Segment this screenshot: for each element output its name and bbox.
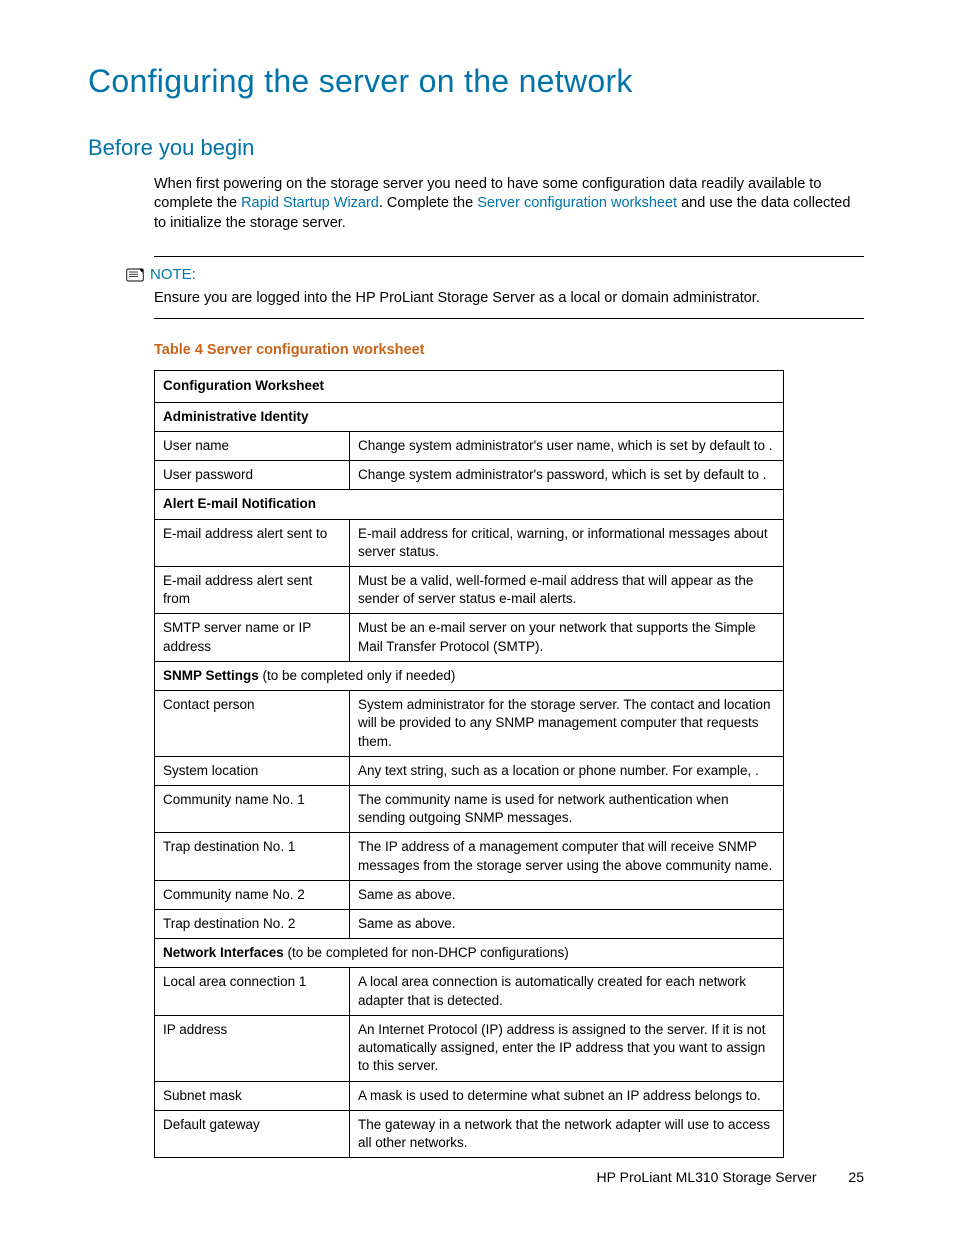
cell-label: User name bbox=[155, 431, 350, 460]
divider bbox=[154, 318, 864, 319]
table-row: SMTP server name or IP addressMust be an… bbox=[155, 614, 784, 661]
section-paren: (to be completed only if needed) bbox=[259, 668, 456, 683]
table-row: User passwordChange system administrator… bbox=[155, 461, 784, 490]
cell-desc: Change system administrator's password, … bbox=[350, 461, 784, 490]
page-heading: Configuring the server on the network bbox=[88, 60, 864, 103]
page-number: 25 bbox=[848, 1169, 864, 1185]
note-label: NOTE: bbox=[150, 265, 196, 285]
cell-label: E-mail address alert sent from bbox=[155, 566, 350, 613]
config-worksheet-table: Configuration Worksheet Administrative I… bbox=[154, 370, 784, 1158]
cell-desc: The community name is used for network a… bbox=[350, 785, 784, 832]
table-row: Community name No. 2Same as above. bbox=[155, 880, 784, 909]
intro-text: . Complete the bbox=[379, 195, 477, 211]
section-title: SNMP Settings bbox=[163, 668, 259, 683]
cell-label: Trap destination No. 1 bbox=[155, 833, 350, 880]
divider bbox=[154, 256, 864, 257]
cell-desc: Must be a valid, well-formed e-mail addr… bbox=[350, 566, 784, 613]
table-row: User nameChange system administrator's u… bbox=[155, 431, 784, 460]
cell-desc: A local area connection is automatically… bbox=[350, 968, 784, 1015]
cell-label: System location bbox=[155, 756, 350, 785]
cell-desc: Same as above. bbox=[350, 880, 784, 909]
cell-desc: A mask is used to determine what subnet … bbox=[350, 1081, 784, 1110]
table-section: SNMP Settings (to be completed only if n… bbox=[155, 661, 784, 690]
cell-label: Default gateway bbox=[155, 1110, 350, 1157]
cell-label: SMTP server name or IP address bbox=[155, 614, 350, 661]
table-row: Local area connection 1A local area conn… bbox=[155, 968, 784, 1015]
table-row: Community name No. 1The community name i… bbox=[155, 785, 784, 832]
cell-label: Subnet mask bbox=[155, 1081, 350, 1110]
cell-desc: System administrator for the storage ser… bbox=[350, 691, 784, 757]
cell-label: IP address bbox=[155, 1015, 350, 1081]
note-icon bbox=[126, 268, 144, 282]
cell-label: Contact person bbox=[155, 691, 350, 757]
cell-desc: The gateway in a network that the networ… bbox=[350, 1110, 784, 1157]
table-row: Contact personSystem administrator for t… bbox=[155, 691, 784, 757]
table-row: E-mail address alert sent toE-mail addre… bbox=[155, 519, 784, 566]
table-row: Subnet maskA mask is used to determine w… bbox=[155, 1081, 784, 1110]
table-row: E-mail address alert sent fromMust be a … bbox=[155, 566, 784, 613]
table-row: IP addressAn Internet Protocol (IP) addr… bbox=[155, 1015, 784, 1081]
cell-label: Community name No. 1 bbox=[155, 785, 350, 832]
table-row: Default gatewayThe gateway in a network … bbox=[155, 1110, 784, 1157]
table-header: Configuration Worksheet bbox=[155, 371, 784, 402]
rapid-startup-wizard-link[interactable]: Rapid Startup Wizard bbox=[241, 195, 379, 211]
cell-desc: Change system administrator's user name,… bbox=[350, 431, 784, 460]
table-section: Alert E-mail Notification bbox=[155, 490, 784, 519]
server-config-worksheet-link[interactable]: Server configuration worksheet bbox=[477, 195, 677, 211]
cell-desc: An Internet Protocol (IP) address is ass… bbox=[350, 1015, 784, 1081]
cell-desc: The IP address of a management computer … bbox=[350, 833, 784, 880]
table-row: Trap destination No. 2Same as above. bbox=[155, 910, 784, 939]
table-row: Trap destination No. 1The IP address of … bbox=[155, 833, 784, 880]
cell-label: User password bbox=[155, 461, 350, 490]
section-paren: (to be completed for non-DHCP configurat… bbox=[284, 945, 569, 960]
cell-desc: E-mail address for critical, warning, or… bbox=[350, 519, 784, 566]
section-title: Network Interfaces bbox=[163, 945, 284, 960]
section-heading: Before you begin bbox=[88, 133, 864, 163]
cell-desc: Must be an e-mail server on your network… bbox=[350, 614, 784, 661]
cell-desc: Same as above. bbox=[350, 910, 784, 939]
table-row: System locationAny text string, such as … bbox=[155, 756, 784, 785]
cell-desc: Any text string, such as a location or p… bbox=[350, 756, 784, 785]
cell-label: E-mail address alert sent to bbox=[155, 519, 350, 566]
note-text: Ensure you are logged into the HP ProLia… bbox=[154, 289, 864, 309]
page-footer: HP ProLiant ML310 Storage Server 25 bbox=[597, 1168, 864, 1187]
cell-label: Community name No. 2 bbox=[155, 880, 350, 909]
cell-label: Trap destination No. 2 bbox=[155, 910, 350, 939]
table-section: Network Interfaces (to be completed for … bbox=[155, 939, 784, 968]
footer-product: HP ProLiant ML310 Storage Server bbox=[597, 1169, 817, 1185]
intro-paragraph: When first powering on the storage serve… bbox=[154, 175, 864, 234]
note-block: NOTE: Ensure you are logged into the HP … bbox=[154, 256, 864, 319]
table-caption: Table 4 Server configuration worksheet bbox=[154, 341, 864, 361]
cell-label: Local area connection 1 bbox=[155, 968, 350, 1015]
table-section: Administrative Identity bbox=[155, 402, 784, 431]
